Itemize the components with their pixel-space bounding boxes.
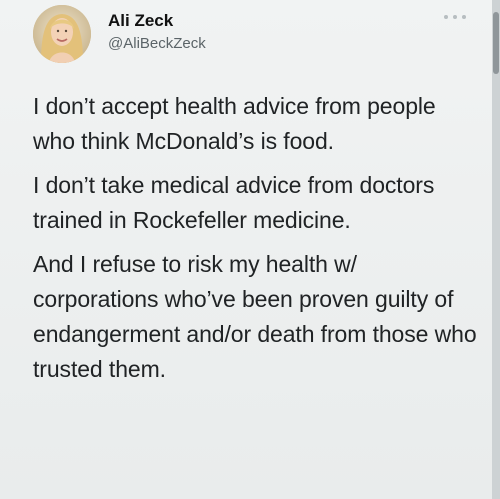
author-block: Ali Zeck @AliBeckZeck (108, 11, 206, 55)
more-dot (444, 15, 448, 19)
more-horizontal-icon[interactable] (444, 12, 466, 22)
more-dot (462, 15, 466, 19)
tweet-card: Ali Zeck @AliBeckZeck I don’t accept hea… (0, 0, 492, 499)
avatar[interactable] (33, 5, 91, 63)
more-dot (453, 15, 457, 19)
tweet-paragraph: And I refuse to risk my health w/ corpor… (33, 251, 477, 382)
tweet-paragraph: I don’t take medical advice from doctors… (33, 172, 435, 233)
author-handle[interactable]: @AliBeckZeck (108, 33, 206, 55)
scrollbar-thumb[interactable] (493, 12, 499, 74)
author-display-name[interactable]: Ali Zeck (108, 11, 206, 31)
tweet-body: I don’t accept health advice from people… (33, 89, 481, 396)
avatar-portrait (33, 5, 91, 63)
tweet-paragraph: I don’t accept health advice from people… (33, 93, 436, 154)
scrollbar[interactable] (492, 0, 500, 499)
